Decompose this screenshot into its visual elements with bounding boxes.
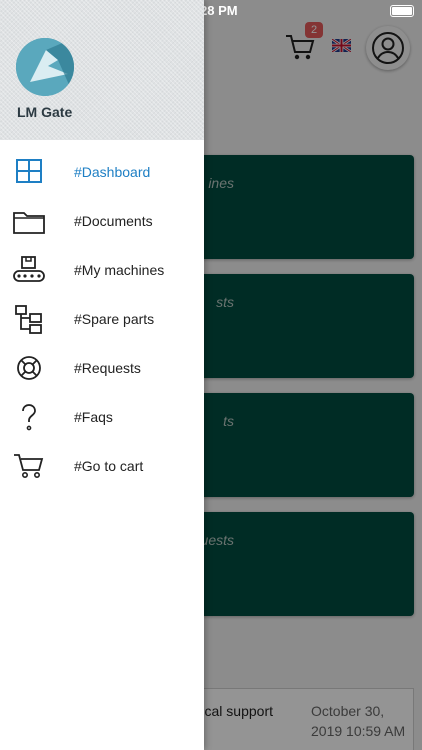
- drawer-header: LM Gate: [0, 0, 204, 140]
- app-name: LM Gate: [17, 104, 73, 120]
- menu-item-go-to-cart[interactable]: #Go to cart: [0, 442, 204, 491]
- drawer-menu: #Dashboard #Documents #My machines #Spar…: [0, 148, 204, 491]
- menu-item-label: #Faqs: [74, 409, 113, 425]
- dashboard-icon: [12, 156, 46, 188]
- menu-item-label: #Dashboard: [74, 164, 151, 180]
- battery-icon: [390, 5, 414, 17]
- menu-item-label: #Requests: [74, 360, 141, 376]
- menu-item-documents[interactable]: #Documents: [0, 197, 204, 246]
- menu-item-my-machines[interactable]: #My machines: [0, 246, 204, 295]
- conveyor-icon: [12, 254, 46, 286]
- cart-icon: [12, 450, 46, 482]
- app-logo: [16, 38, 74, 96]
- menu-item-label: #Spare parts: [74, 311, 155, 327]
- menu-item-faqs[interactable]: #Faqs: [0, 393, 204, 442]
- status-time: 28 PM: [200, 3, 238, 18]
- menu-item-label: #My machines: [74, 262, 165, 278]
- menu-item-label: #Go to cart: [74, 458, 144, 474]
- question-icon: [12, 401, 46, 433]
- tree-icon: [12, 303, 46, 335]
- menu-item-label: #Documents: [74, 213, 153, 229]
- folder-icon: [12, 205, 46, 237]
- menu-item-spare-parts[interactable]: #Spare parts: [0, 295, 204, 344]
- navigation-drawer: LM Gate #Dashboard #Documents #My machin…: [0, 0, 204, 750]
- menu-item-dashboard[interactable]: #Dashboard: [0, 148, 204, 197]
- lifebuoy-icon: [12, 352, 46, 384]
- menu-item-requests[interactable]: #Requests: [0, 344, 204, 393]
